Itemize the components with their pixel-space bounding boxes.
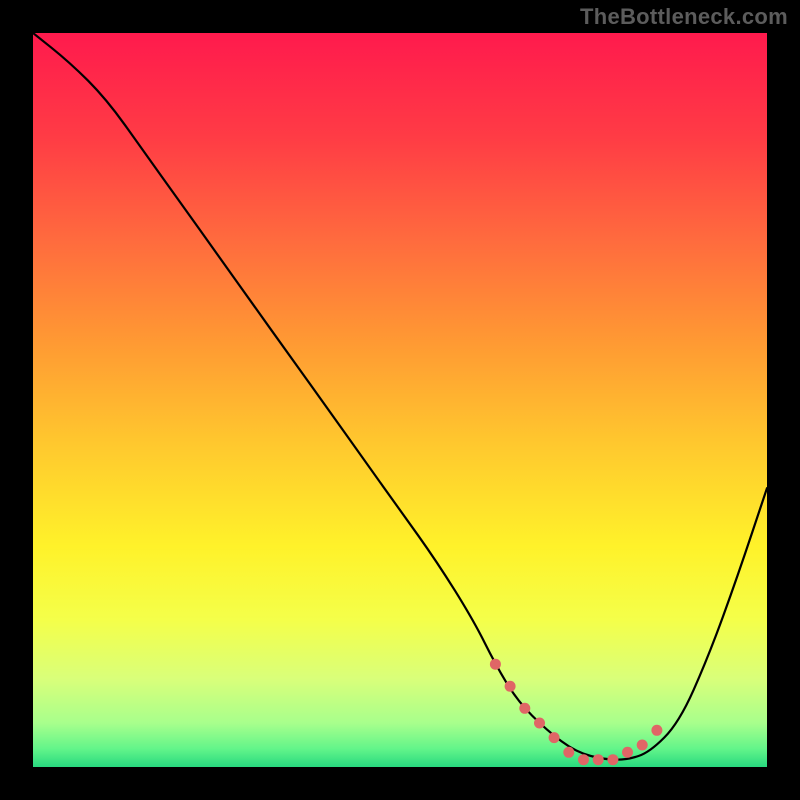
bottleneck-curve (33, 33, 767, 760)
optimal-marker (607, 754, 618, 765)
optimal-marker (490, 659, 501, 670)
optimal-marker (505, 681, 516, 692)
optimal-marker (593, 754, 604, 765)
optimal-marker (549, 732, 560, 743)
optimal-marker (519, 703, 530, 714)
optimal-marker (563, 747, 574, 758)
chart-container: TheBottleneck.com (0, 0, 800, 800)
optimal-markers (490, 659, 663, 766)
optimal-marker (637, 740, 648, 751)
optimal-marker (622, 747, 633, 758)
watermark-text: TheBottleneck.com (580, 4, 788, 30)
optimal-marker (578, 754, 589, 765)
curve-layer (33, 33, 767, 767)
plot-area (33, 33, 767, 767)
optimal-marker (651, 725, 662, 736)
optimal-marker (534, 718, 545, 729)
